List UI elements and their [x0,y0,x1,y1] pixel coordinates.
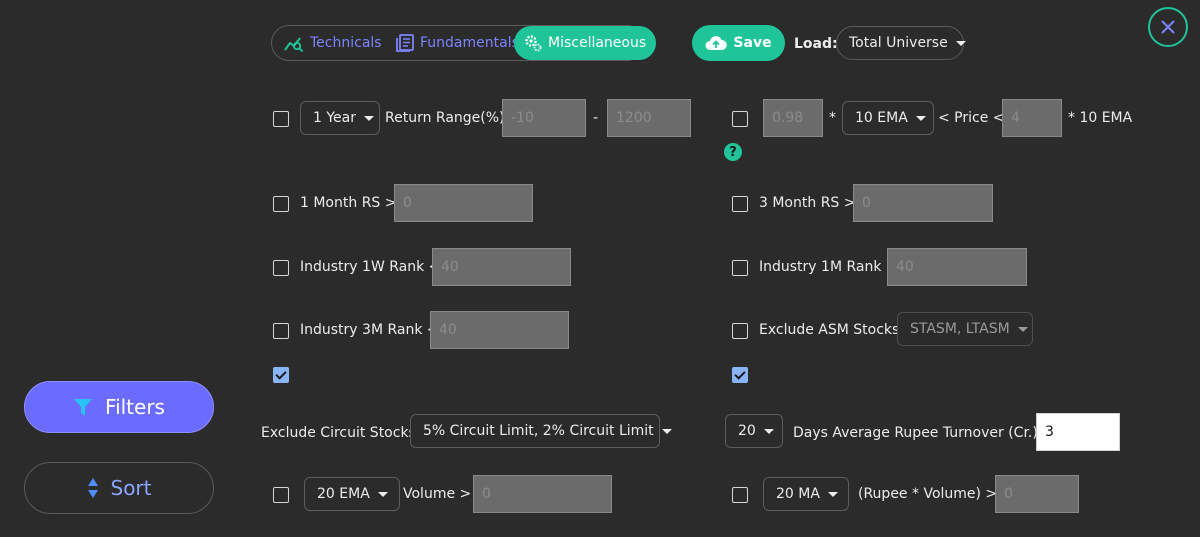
chevron-down-icon [763,428,774,434]
save-button[interactable]: Save [692,25,785,61]
return-max-input[interactable]: 1200 [607,99,691,137]
chevron-down-icon [364,115,374,121]
filters-button[interactable]: Filters [24,381,214,433]
rs-1m-checkbox[interactable] [273,196,289,212]
load-dropdown[interactable]: Total Universe [836,26,966,60]
rupee-volume-label: (Rupee * Volume) > [858,486,998,502]
ema-volume-value: 20 EMA [317,486,370,502]
chevron-down-icon [955,40,966,46]
exclude-asm-value: STASM, LTASM [910,321,1010,337]
chevron-down-icon [1017,326,1028,332]
industry-1m-checkbox[interactable] [732,260,748,276]
ema-price-checkbox[interactable] [732,111,748,127]
sort-button[interactable]: Sort [24,462,214,514]
filters-label: Filters [105,395,165,419]
exclude-asm-checkbox[interactable] [732,323,748,339]
chevron-down-icon [377,491,388,497]
ema-volume-checkbox[interactable] [273,487,289,503]
rupee-volume-input[interactable]: 0 [995,475,1079,513]
help-icon[interactable]: ? [724,143,742,161]
chevron-down-icon [915,115,926,121]
gears-icon [525,35,542,52]
chevron-down-icon [661,428,672,434]
exclude-circuit-checkbox[interactable] [273,367,289,383]
return-range-label: Return Range(%): [385,110,510,126]
sort-label: Sort [110,476,152,500]
exclude-circuit-dropdown[interactable]: 5% Circuit Limit, 2% Circuit Limit [410,414,672,448]
cloud-upload-icon [705,36,728,50]
close-button[interactable] [1148,7,1188,47]
multiply-sign: * [829,110,836,126]
industry-1m-input[interactable]: 40 [887,248,1027,286]
volume-input[interactable]: 0 [473,475,612,513]
filter-icon [74,399,93,416]
turnover-label: Days Average Rupee Turnover (Cr.) > [793,425,1055,441]
return-min-input[interactable]: -10 [502,99,586,137]
tab-group: Technicals Fundamentals Miscellaneous [271,25,657,61]
turnover-days-value: 20 [738,423,756,439]
ema-suffix-label: * 10 EMA [1068,110,1133,126]
industry-3m-label: Industry 3M Rank < [300,322,439,338]
tab-technicals-label: Technicals [310,35,382,51]
chart-search-icon [284,37,304,52]
industry-1m-label: Industry 1M Rank < [759,259,898,275]
sort-icon [87,478,98,498]
exclude-asm-label: Exclude ASM Stocks: [759,322,905,338]
load-label: Load: [794,36,838,52]
turnover-input[interactable]: 3 [1036,413,1120,451]
tab-fundamentals-label: Fundamentals [420,35,519,51]
ma-rupee-dropdown[interactable]: 20 MA [763,477,849,511]
document-icon [396,34,414,52]
return-range-checkbox[interactable] [273,111,289,127]
return-period-value: 1 Year [313,110,356,126]
ema-volume-dropdown[interactable]: 20 EMA [304,477,400,511]
rs-3m-label: 3 Month RS > [759,195,856,211]
tab-technicals[interactable]: Technicals [284,26,382,60]
industry-1w-label: Industry 1W Rank < [300,259,441,275]
ema-price-max-input[interactable]: 4 [1002,99,1062,137]
rs-1m-input[interactable]: 0 [394,184,533,222]
turnover-days-dropdown[interactable]: 20 [725,414,783,448]
exclude-asm-dropdown[interactable]: STASM, LTASM [897,312,1033,346]
tab-miscellaneous-label: Miscellaneous [548,35,647,51]
save-label: Save [733,35,772,51]
turnover-checkbox[interactable] [732,367,748,383]
ema-price-min-input[interactable]: 0.98 [763,99,823,137]
rs-1m-label: 1 Month RS > [300,195,397,211]
chevron-down-icon [827,491,838,497]
industry-1w-input[interactable]: 40 [432,248,571,286]
tab-miscellaneous[interactable]: Miscellaneous [514,26,657,60]
exclude-circuit-label: Exclude Circuit Stocks: [261,425,421,441]
ma-rupee-checkbox[interactable] [732,487,748,503]
industry-3m-input[interactable]: 40 [430,311,569,349]
rs-3m-input[interactable]: 0 [853,184,993,222]
return-period-dropdown[interactable]: 1 Year [300,101,380,135]
exclude-circuit-value: 5% Circuit Limit, 2% Circuit Limit [423,423,654,439]
ema-price-value: 10 EMA [855,110,908,126]
load-dropdown-value: Total Universe [849,35,948,51]
ema-price-dropdown[interactable]: 10 EMA [842,101,934,135]
industry-3m-checkbox[interactable] [273,323,289,339]
volume-label: Volume > [403,486,472,502]
close-icon [1161,20,1175,34]
rs-3m-checkbox[interactable] [732,196,748,212]
industry-1w-checkbox[interactable] [273,260,289,276]
ma-rupee-value: 20 MA [776,486,820,502]
range-dash: - [593,110,599,126]
price-between-label: < Price < [938,110,1005,126]
tab-fundamentals[interactable]: Fundamentals [396,26,519,60]
